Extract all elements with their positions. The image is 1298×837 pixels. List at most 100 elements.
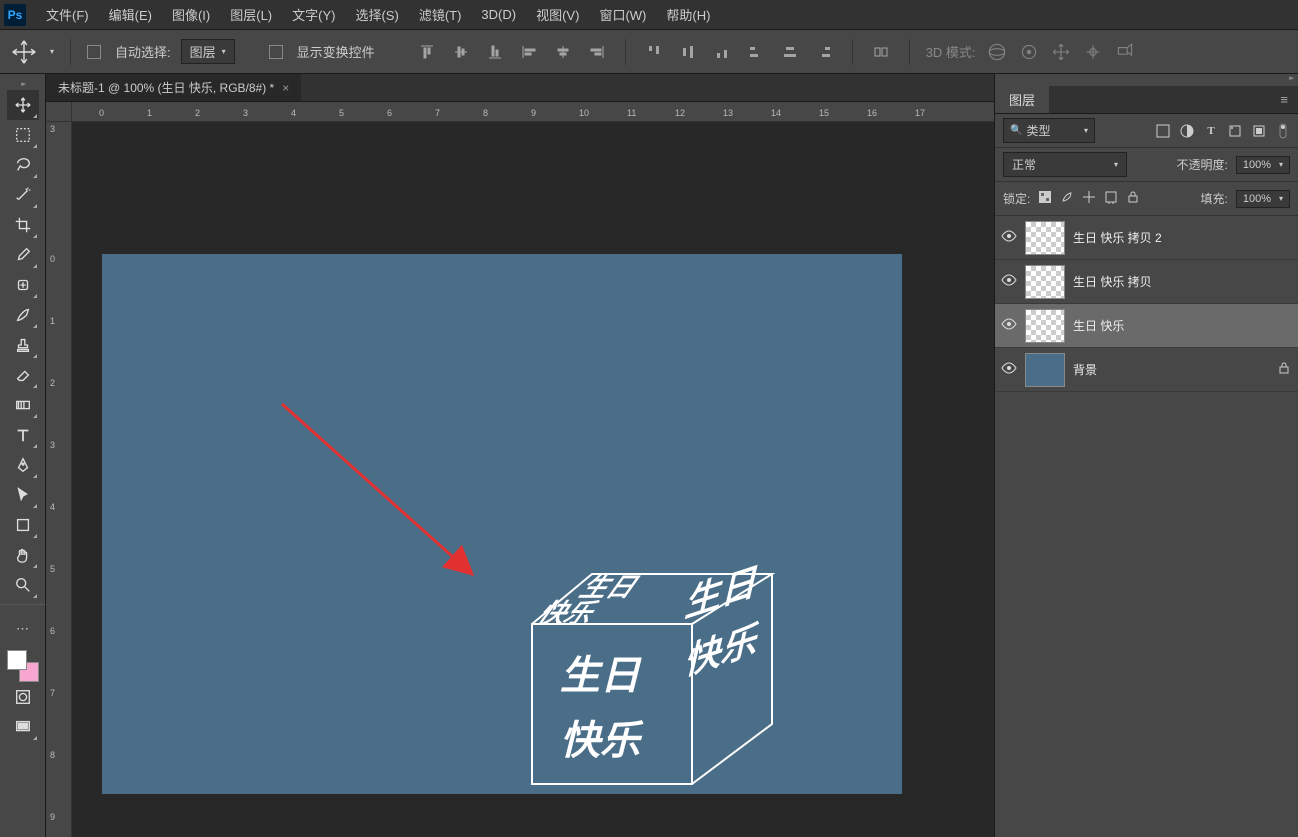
align-vcenter-icon[interactable] <box>449 40 473 64</box>
pen-tool[interactable] <box>7 450 39 480</box>
distribute-vcenter-icon[interactable] <box>676 40 700 64</box>
canvas-viewport[interactable]: 生日 快乐 生日 快乐 生日 快乐 <box>72 122 994 837</box>
close-tab-icon[interactable]: × <box>282 81 289 95</box>
crop-tool[interactable] <box>7 210 39 240</box>
menu-type[interactable]: 文字(Y) <box>282 0 345 30</box>
distribute-top-icon[interactable] <box>642 40 666 64</box>
distribute-bottom-icon[interactable] <box>710 40 734 64</box>
brush-tool[interactable] <box>7 300 39 330</box>
lock-all-icon[interactable] <box>1126 190 1140 207</box>
visibility-eye-icon[interactable] <box>1001 362 1017 377</box>
menu-filter[interactable]: 滤镜(T) <box>409 0 472 30</box>
ruler-vertical[interactable]: 30123456789 <box>46 122 72 837</box>
hand-tool[interactable] <box>7 540 39 570</box>
screenmode-tool[interactable] <box>7 712 39 742</box>
align-bottom-icon[interactable] <box>483 40 507 64</box>
visibility-eye-icon[interactable] <box>1001 274 1017 289</box>
panel-menu-icon[interactable]: ≡ <box>1270 86 1298 113</box>
layers-tab[interactable]: 图层 <box>995 86 1049 113</box>
layer-name[interactable]: 生日 快乐 <box>1073 317 1292 334</box>
menu-view[interactable]: 视图(V) <box>526 0 589 30</box>
menu-help[interactable]: 帮助(H) <box>656 0 720 30</box>
visibility-eye-icon[interactable] <box>1001 230 1017 245</box>
layer-thumbnail[interactable] <box>1025 221 1065 255</box>
filter-pixel-icon[interactable] <box>1156 124 1170 138</box>
move-tool[interactable] <box>7 90 39 120</box>
slide-3d-icon[interactable] <box>1082 41 1104 63</box>
lock-artboard-icon[interactable] <box>1104 190 1118 207</box>
auto-select-target[interactable]: 图层▾ <box>181 39 235 64</box>
auto-align-icon[interactable] <box>869 40 893 64</box>
filter-kind-dropdown[interactable]: 🔍 类型 ▾ <box>1003 118 1095 143</box>
menu-select[interactable]: 选择(S) <box>345 0 408 30</box>
menu-3d[interactable]: 3D(D) <box>471 1 526 28</box>
layer-name[interactable]: 生日 快乐 拷贝 2 <box>1073 229 1292 246</box>
svg-text:生日: 生日 <box>684 561 758 625</box>
filter-smart-icon[interactable] <box>1252 124 1266 138</box>
menu-layer[interactable]: 图层(L) <box>220 0 282 30</box>
roll-3d-icon[interactable] <box>1018 41 1040 63</box>
layer-name[interactable]: 生日 快乐 拷贝 <box>1073 273 1292 290</box>
shape-tool[interactable] <box>7 510 39 540</box>
visibility-eye-icon[interactable] <box>1001 318 1017 333</box>
menu-window[interactable]: 窗口(W) <box>589 0 656 30</box>
layer-row[interactable]: 生日 快乐 拷贝 <box>995 260 1298 304</box>
eyedropper-tool[interactable] <box>7 240 39 270</box>
layer-thumbnail[interactable] <box>1025 309 1065 343</box>
magic-wand-tool[interactable] <box>7 180 39 210</box>
scale-3d-icon[interactable] <box>1114 41 1136 63</box>
layer-thumbnail[interactable] <box>1025 265 1065 299</box>
ruler-horizontal[interactable]: 01234567891011121314151617 <box>72 102 994 122</box>
pan-3d-icon[interactable] <box>1050 41 1072 63</box>
opacity-value[interactable]: 100%▾ <box>1236 156 1290 174</box>
distribute-hcenter-icon[interactable] <box>778 40 802 64</box>
align-hcenter-icon[interactable] <box>551 40 575 64</box>
menu-edit[interactable]: 编辑(E) <box>99 0 162 30</box>
auto-select-checkbox[interactable] <box>87 45 101 59</box>
lock-position-icon[interactable] <box>1082 190 1096 207</box>
fill-value[interactable]: 100%▾ <box>1236 190 1290 208</box>
edit-toolbar[interactable]: ⋯ <box>7 614 39 644</box>
color-swatches[interactable] <box>7 650 39 682</box>
lock-row: 锁定: 填充: 100%▾ <box>995 182 1298 216</box>
filter-toggle[interactable] <box>1276 124 1290 138</box>
blend-mode-dropdown[interactable]: 正常▾ <box>1003 152 1127 177</box>
show-transform-checkbox[interactable] <box>269 45 283 59</box>
layer-thumbnail[interactable] <box>1025 353 1065 387</box>
align-left-icon[interactable] <box>517 40 541 64</box>
tool-preset-arrow[interactable]: ▾ <box>50 47 54 56</box>
filter-shape-icon[interactable] <box>1228 124 1242 138</box>
type-tool[interactable] <box>7 420 39 450</box>
canvas[interactable]: 生日 快乐 生日 快乐 生日 快乐 <box>102 254 902 794</box>
foreground-color[interactable] <box>7 650 27 670</box>
filter-adjust-icon[interactable] <box>1180 124 1194 138</box>
marquee-tool[interactable] <box>7 120 39 150</box>
eraser-tool[interactable] <box>7 360 39 390</box>
menu-image[interactable]: 图像(I) <box>162 0 220 30</box>
distribute-left-icon[interactable] <box>744 40 768 64</box>
panels-collapse[interactable] <box>995 74 1298 86</box>
menu-file[interactable]: 文件(F) <box>36 0 99 30</box>
align-top-icon[interactable] <box>415 40 439 64</box>
gradient-tool[interactable] <box>7 390 39 420</box>
quickmask-tool[interactable] <box>7 682 39 712</box>
auto-select-label: 自动选择: <box>115 42 171 61</box>
layer-row[interactable]: 背景 <box>995 348 1298 392</box>
toolbox-collapse[interactable] <box>0 78 45 90</box>
align-right-icon[interactable] <box>585 40 609 64</box>
filter-type-icon[interactable]: T <box>1204 124 1218 138</box>
orbit-3d-icon[interactable] <box>986 41 1008 63</box>
lasso-tool[interactable] <box>7 150 39 180</box>
move-tool-icon[interactable] <box>10 38 38 66</box>
layer-name[interactable]: 背景 <box>1073 361 1270 378</box>
zoom-tool[interactable] <box>7 570 39 600</box>
layer-row[interactable]: 生日 快乐 <box>995 304 1298 348</box>
lock-brush-icon[interactable] <box>1060 190 1074 207</box>
lock-pixels-icon[interactable] <box>1038 190 1052 207</box>
document-tab[interactable]: 未标题-1 @ 100% (生日 快乐, RGB/8#) * × <box>46 74 301 101</box>
stamp-tool[interactable] <box>7 330 39 360</box>
layer-row[interactable]: 生日 快乐 拷贝 2 <box>995 216 1298 260</box>
distribute-right-icon[interactable] <box>812 40 836 64</box>
healing-tool[interactable] <box>7 270 39 300</box>
path-select-tool[interactable] <box>7 480 39 510</box>
